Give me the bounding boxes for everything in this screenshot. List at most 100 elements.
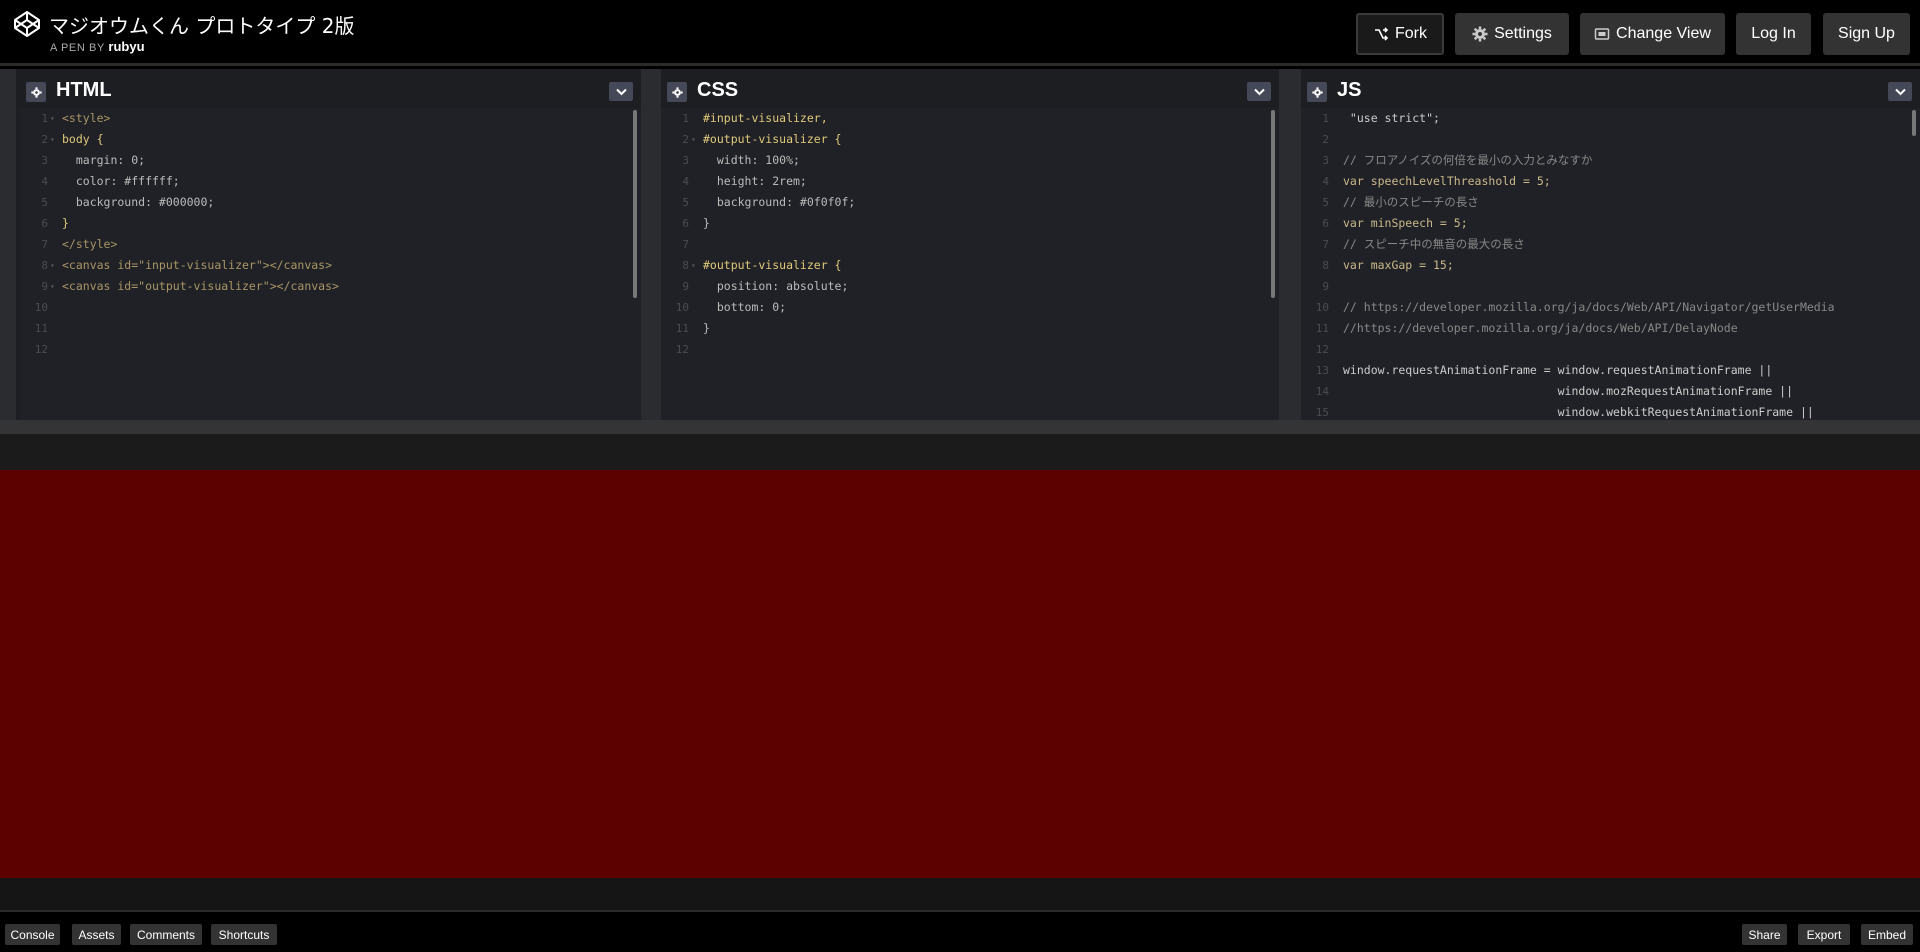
code-line[interactable]: 13 window.requestAnimationFrame = window.…: [1301, 360, 1920, 381]
login-button[interactable]: Log In: [1736, 13, 1811, 55]
js-settings-gear-icon[interactable]: [1307, 82, 1327, 102]
editor-resizer-1[interactable]: [641, 69, 661, 420]
code-line[interactable]: 4 height: 2rem;: [661, 171, 1279, 192]
fold-arrow-icon[interactable]: ▾: [50, 129, 55, 150]
code-line[interactable]: 9 position: absolute;: [661, 276, 1279, 297]
js-code-area[interactable]: 1 "use strict"; 2 3 // フロアノイズの何倍を最小の入力とみなすか…: [1301, 108, 1920, 420]
line-number: 8: [1322, 259, 1329, 272]
line-number: 3: [682, 154, 689, 167]
html-collapse-chevron-down-icon[interactable]: [609, 82, 633, 101]
code-text: <style>: [62, 111, 111, 125]
code-line[interactable]: 10: [20, 297, 641, 318]
code-line[interactable]: 12: [661, 339, 1279, 360]
code-line[interactable]: 3 width: 100%;: [661, 150, 1279, 171]
code-line[interactable]: 12: [1301, 339, 1920, 360]
result-preview[interactable]: [0, 470, 1920, 878]
code-line[interactable]: 2: [1301, 129, 1920, 150]
line-number: 1: [1322, 112, 1329, 125]
code-text: window.webkitRequestAnimationFrame ||: [1343, 405, 1814, 419]
comments-button[interactable]: Comments: [130, 924, 202, 945]
code-line[interactable]: 6}: [661, 213, 1279, 234]
code-line[interactable]: 15 window.webkitRequestAnimationFrame ||: [1301, 402, 1920, 420]
scrollbar[interactable]: [1912, 110, 1916, 136]
pen-title[interactable]: マジオウムくん プロトタイプ 2版: [49, 10, 354, 39]
code-text: background: #000000;: [62, 195, 215, 209]
pen-byline: A PEN BY rubyu: [50, 39, 145, 54]
html-editor: HTML 1 ▾ <style> 2 ▾ body {3 margin: 0; 4 colo…: [20, 69, 641, 420]
code-line[interactable]: 6}: [20, 213, 641, 234]
code-line[interactable]: 12: [20, 339, 641, 360]
code-line[interactable]: 8 ▾ <canvas id="input-visualizer"></canvas…: [20, 255, 641, 276]
code-line[interactable]: 9 ▾ <canvas id="output-visualizer"></canva…: [20, 276, 641, 297]
code-line[interactable]: 4 var speechLevelThreashold = 5;: [1301, 171, 1920, 192]
code-line[interactable]: 4 color: #ffffff;: [20, 171, 641, 192]
fork-icon: [1375, 27, 1389, 41]
code-line[interactable]: 7: [661, 234, 1279, 255]
html-code-area[interactable]: 1 ▾ <style> 2 ▾ body {3 margin: 0; 4 color: #f…: [20, 108, 641, 420]
code-line[interactable]: 14 window.mozRequestAnimationFrame ||: [1301, 381, 1920, 402]
code-line[interactable]: 3 // フロアノイズの何倍を最小の入力とみなすか: [1301, 150, 1920, 171]
fold-arrow-icon[interactable]: ▾: [50, 276, 55, 297]
css-collapse-chevron-down-icon[interactable]: [1247, 82, 1271, 101]
line-number: 2: [1322, 133, 1329, 146]
code-line[interactable]: 11 //https://developer.mozilla.org/ja/doc…: [1301, 318, 1920, 339]
line-number: 12: [1315, 343, 1329, 356]
line-number: 14: [1315, 385, 1329, 398]
settings-button[interactable]: Settings: [1455, 13, 1569, 55]
code-line[interactable]: 10 bottom: 0;: [661, 297, 1279, 318]
line-number: 9: [41, 280, 48, 293]
fold-arrow-icon[interactable]: ▾: [50, 255, 55, 276]
css-settings-gear-icon[interactable]: [667, 82, 687, 102]
fold-arrow-icon[interactable]: ▾: [691, 129, 696, 150]
export-button[interactable]: Export: [1798, 924, 1850, 945]
code-line[interactable]: 7 // スピーチ中の無音の最大の長さ: [1301, 234, 1920, 255]
shortcuts-button[interactable]: Shortcuts: [211, 924, 277, 945]
line-number: 1: [41, 112, 48, 125]
code-line[interactable]: 7 </style>: [20, 234, 641, 255]
codepen-logo-icon[interactable]: [13, 10, 41, 38]
line-number: 4: [41, 175, 48, 188]
line-number: 3: [41, 154, 48, 167]
preview-bottom-strip: [0, 878, 1920, 910]
css-editor-header: CSS: [661, 76, 1279, 108]
share-button[interactable]: Share: [1742, 924, 1787, 945]
signup-button[interactable]: Sign Up: [1823, 13, 1910, 55]
code-line[interactable]: 1 #input-visualizer,: [661, 108, 1279, 129]
preview-resize-handle[interactable]: [0, 420, 1920, 434]
code-line[interactable]: 8 ▾ #output-visualizer {: [661, 255, 1279, 276]
code-line[interactable]: 9: [1301, 276, 1920, 297]
code-line[interactable]: 5 // 最小のスピーチの長さ: [1301, 192, 1920, 213]
line-number: 5: [41, 196, 48, 209]
fork-button[interactable]: Fork: [1356, 13, 1444, 55]
code-line[interactable]: 5 background: #000000;: [20, 192, 641, 213]
code-line[interactable]: 8 var maxGap = 15;: [1301, 255, 1920, 276]
code-line[interactable]: 2 ▾ #output-visualizer {: [661, 129, 1279, 150]
js-collapse-chevron-down-icon[interactable]: [1888, 82, 1912, 101]
assets-button[interactable]: Assets: [72, 924, 121, 945]
code-line[interactable]: 1 ▾ <style>: [20, 108, 641, 129]
console-button[interactable]: Console: [5, 924, 60, 945]
code-line[interactable]: 5 background: #0f0f0f;: [661, 192, 1279, 213]
code-text: var maxGap = 15;: [1343, 258, 1454, 272]
code-text: margin: 0;: [62, 153, 146, 167]
editor-resizer-2[interactable]: [1279, 69, 1301, 420]
code-line[interactable]: 2 ▾ body {: [20, 129, 641, 150]
code-line[interactable]: 1 "use strict";: [1301, 108, 1920, 129]
code-line[interactable]: 3 margin: 0;: [20, 150, 641, 171]
embed-button[interactable]: Embed: [1861, 924, 1913, 945]
author-link[interactable]: rubyu: [108, 39, 144, 54]
fold-arrow-icon[interactable]: ▾: [50, 108, 55, 129]
code-line[interactable]: 11}: [661, 318, 1279, 339]
code-line[interactable]: 10 // https://developer.mozilla.org/ja/do…: [1301, 297, 1920, 318]
code-line[interactable]: 6 var minSpeech = 5;: [1301, 213, 1920, 234]
code-text: <canvas id="input-visualizer"></canvas>: [62, 258, 333, 272]
fold-arrow-icon[interactable]: ▾: [691, 255, 696, 276]
code-line[interactable]: 11: [20, 318, 641, 339]
scrollbar[interactable]: [1271, 110, 1275, 298]
change-view-button[interactable]: Change View: [1580, 13, 1725, 55]
scrollbar[interactable]: [633, 110, 637, 298]
html-settings-gear-icon[interactable]: [26, 82, 46, 102]
byline-prefix: A PEN BY: [50, 42, 105, 54]
change-view-label: Change View: [1616, 25, 1711, 42]
css-code-area[interactable]: 1 #input-visualizer, 2 ▾ #output-visualizer …: [661, 108, 1279, 420]
